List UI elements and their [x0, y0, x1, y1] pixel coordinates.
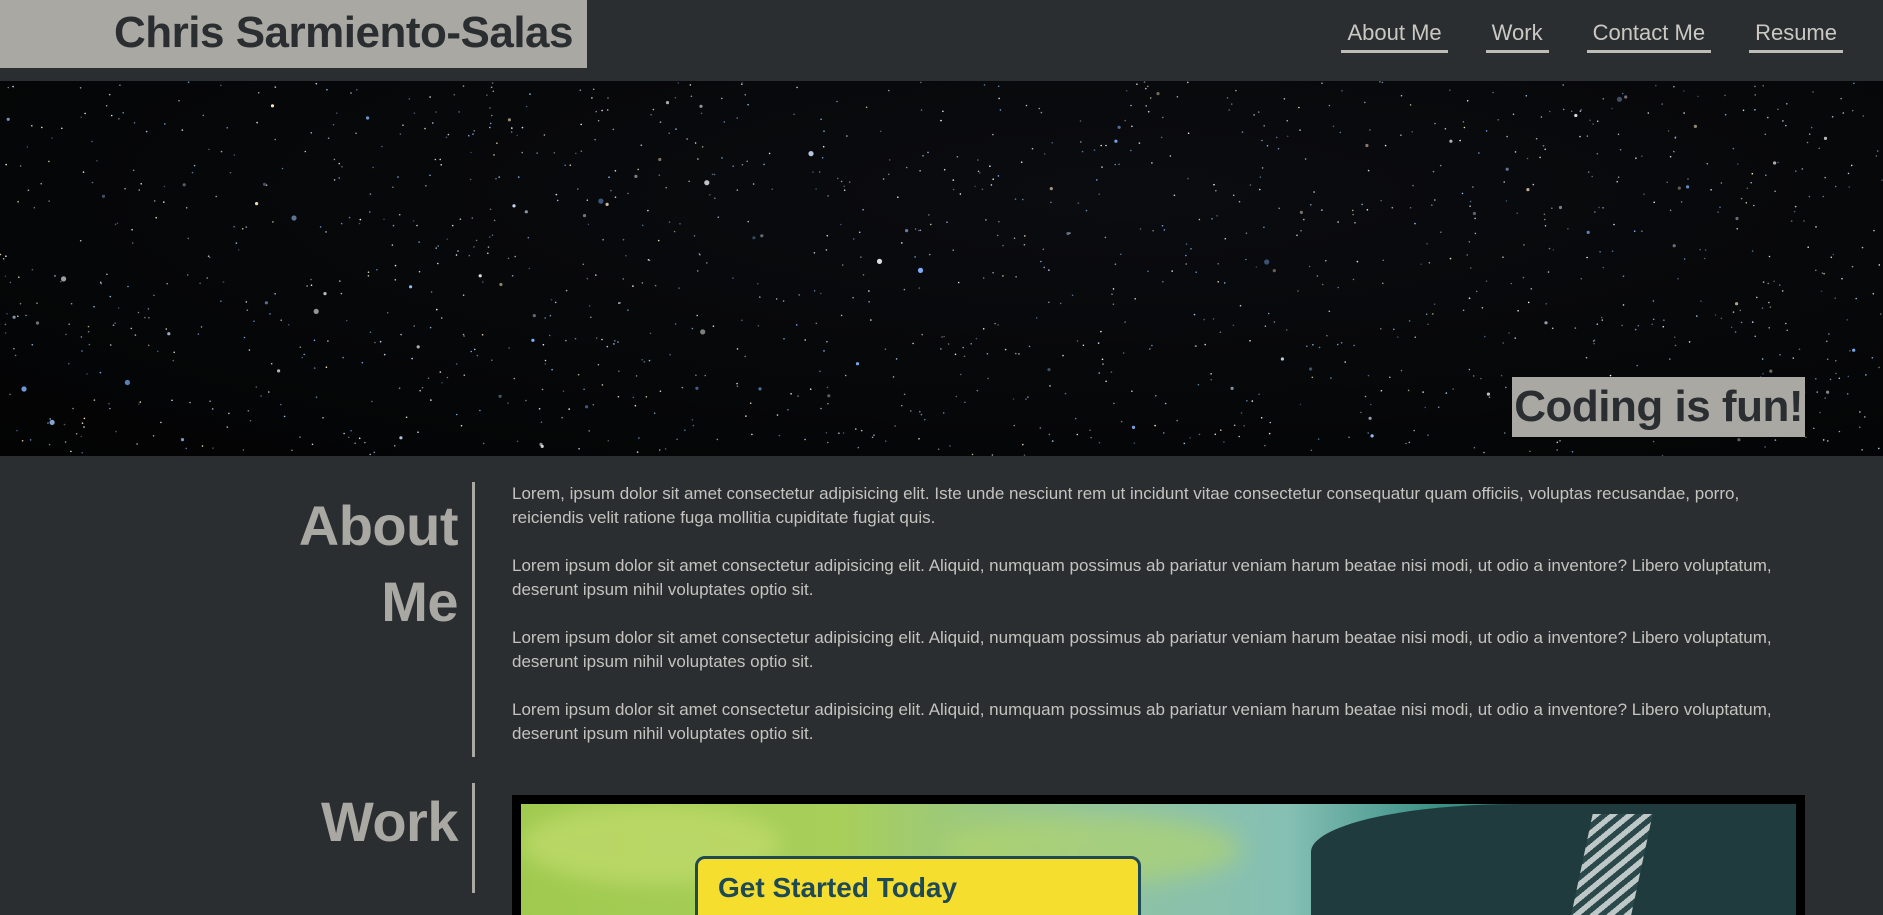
person-image	[1311, 804, 1796, 915]
nav-link-work[interactable]: Work	[1485, 18, 1549, 53]
site-brand-name: Chris Sarmiento-Salas	[0, 0, 587, 68]
about-title-line2: Me	[381, 570, 458, 633]
about-paragraph: Lorem ipsum dolor sit amet consectetur a…	[512, 700, 1772, 743]
about-title-line1: About	[298, 494, 459, 557]
about-divider	[472, 482, 475, 757]
get-started-button[interactable]: Get Started Today	[695, 856, 1141, 915]
about-paragraph: Lorem ipsum dolor sit amet consectetur a…	[512, 556, 1772, 599]
hero-tagline: Coding is fun!	[1512, 377, 1805, 437]
work-divider	[472, 783, 475, 893]
work-section-title: Work	[321, 790, 459, 853]
nav-link-about-me[interactable]: About Me	[1341, 18, 1448, 53]
hero-banner: Coding is fun!	[0, 81, 1883, 456]
work-project-card[interactable]: Get Started Today	[512, 795, 1805, 915]
project-screenshot[interactable]: Get Started Today	[521, 804, 1796, 915]
about-content: Lorem, ipsum dolor sit amet consectetur …	[512, 482, 1802, 770]
site-header: Chris Sarmiento-Salas About Me Work Cont…	[0, 0, 1883, 81]
about-paragraph: Lorem, ipsum dolor sit amet consectetur …	[512, 484, 1740, 527]
about-section-title: About Me	[298, 488, 459, 640]
nav-link-contact-me[interactable]: Contact Me	[1586, 18, 1712, 53]
nav-link-resume[interactable]: Resume	[1749, 18, 1843, 53]
main-nav: About Me Work Contact Me Resume	[1341, 18, 1843, 53]
about-paragraph: Lorem ipsum dolor sit amet consectetur a…	[512, 628, 1772, 671]
